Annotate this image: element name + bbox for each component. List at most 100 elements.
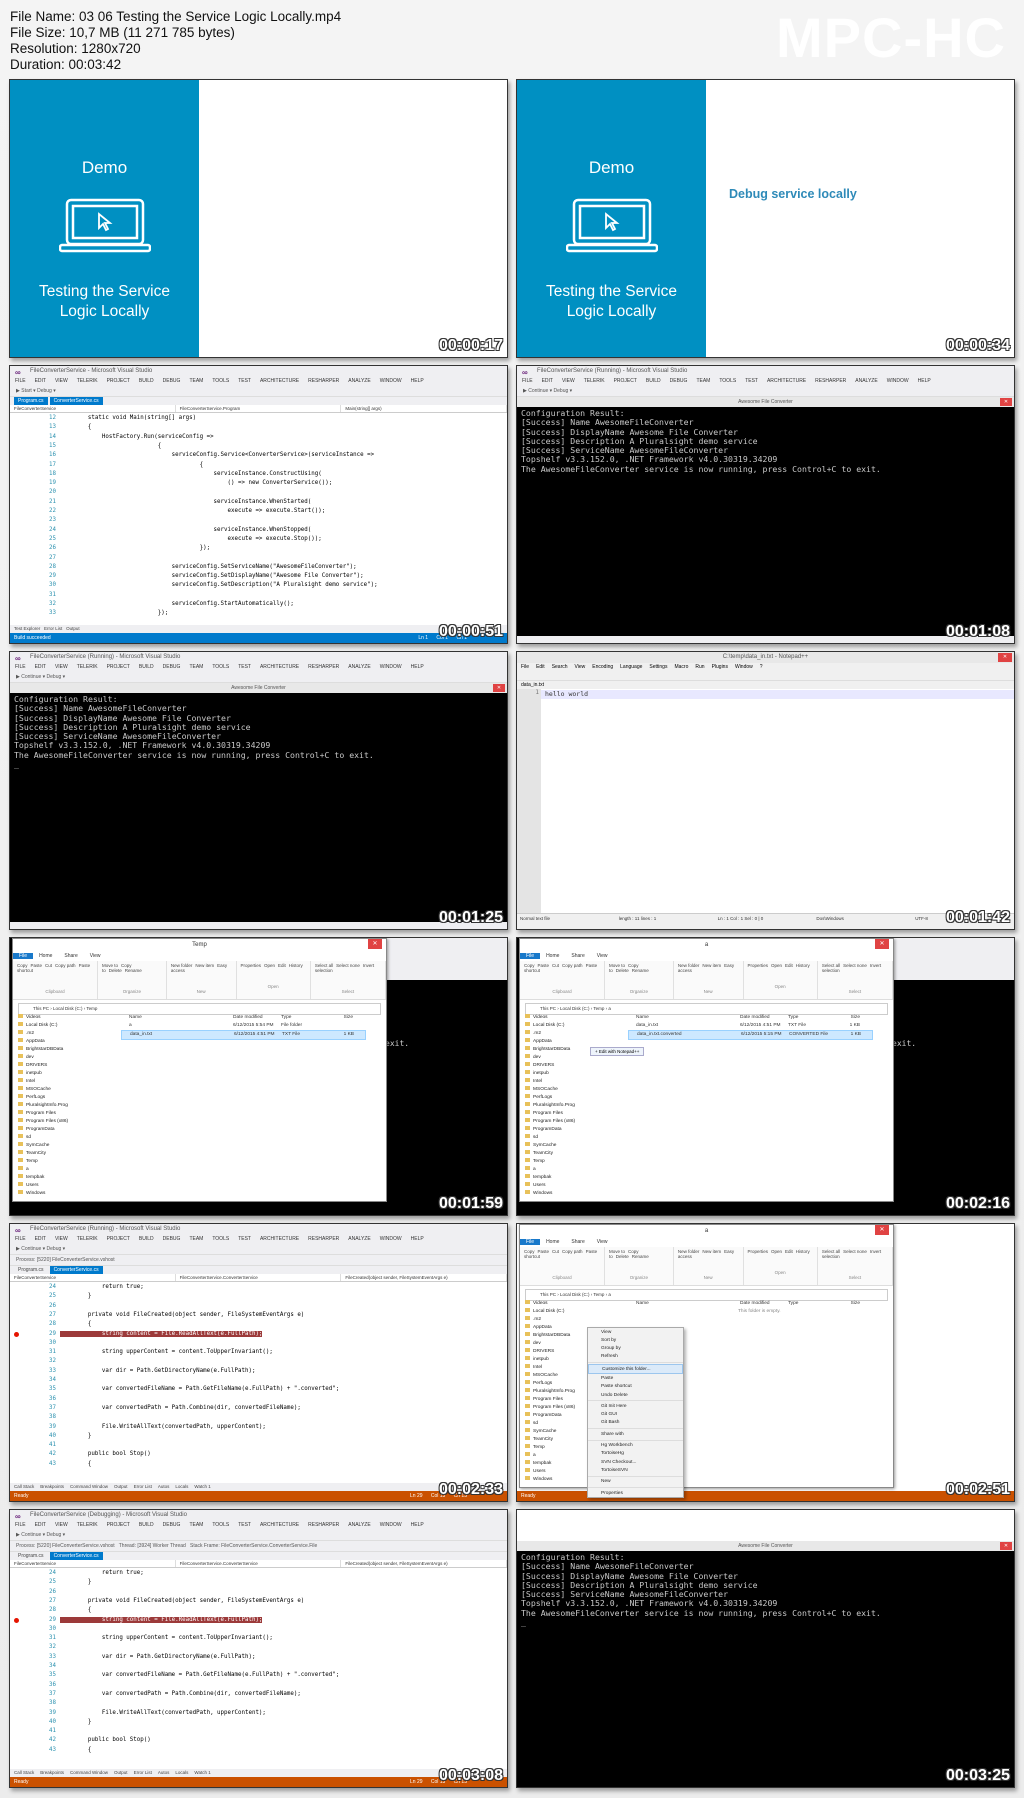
nav-class[interactable]: FileConverterService.ConverterService [176, 1560, 342, 1567]
ribbon-button[interactable]: Edit [278, 963, 286, 968]
menu-item[interactable]: Window [735, 664, 753, 670]
code-line[interactable]: private void FileCreated(object sender, … [60, 1312, 304, 1318]
vs-menu-bar[interactable]: FILE EDIT VIEW TELERIK PROJECT BUILD DEBUG TEAM… [10, 1521, 507, 1530]
menu-item[interactable]: Plugins [712, 664, 728, 670]
ribbon-button[interactable]: Copy path [55, 963, 76, 968]
vs-tabs[interactable]: Program.cs ConverterService.cs [10, 1266, 507, 1274]
ribbon-button[interactable]: New item [702, 963, 721, 968]
ribbon-tab[interactable]: View [84, 953, 107, 959]
ribbon-button[interactable]: Delete [616, 1254, 629, 1259]
tree-item[interactable]: Program Files (x86) [525, 1118, 621, 1126]
tab-output[interactable]: Output [66, 626, 80, 631]
menu-item[interactable]: PROJECT [614, 378, 637, 384]
tree-item[interactable]: inetpub [18, 1070, 114, 1078]
menu-item[interactable]: FILE [522, 378, 533, 384]
menu-item[interactable]: Settings [649, 664, 667, 670]
menu-item[interactable]: EDIT [542, 378, 553, 384]
code-line[interactable]: } [60, 1433, 92, 1439]
code-line[interactable]: serviceInstance.WhenStarted( [60, 499, 312, 505]
ribbon-button[interactable]: Select none [843, 963, 867, 968]
menu-item[interactable]: PROJECT [107, 664, 130, 670]
ribbon-button[interactable]: Copy path [562, 963, 583, 968]
continue-button[interactable]: ▶ Continue ▾ Debug ▾ [16, 674, 65, 680]
explorer-ribbon[interactable]: Copy Paste Cut Copy path Paste shortcut Clipb… [13, 961, 386, 1000]
code-line[interactable]: serviceConfig.SetServiceName("AwesomeFil… [60, 564, 357, 570]
ribbon-tab[interactable]: View [591, 1239, 614, 1245]
menu-item[interactable]: Run [695, 664, 704, 670]
debug-tab[interactable]: Autos [158, 1484, 170, 1489]
context-menu-item[interactable]: Git Bash [588, 1419, 683, 1427]
ribbon-button[interactable]: Copy path [562, 1249, 583, 1254]
menu-item[interactable]: ANALYZE [348, 1522, 370, 1528]
code-line[interactable]: File.WriteAllText(convertedPath, upperCo… [60, 1424, 266, 1430]
vs-tabs[interactable]: Program.cs ConverterService.cs [10, 1552, 507, 1560]
code-line[interactable]: string upperContent = content.ToUpperInv… [60, 1349, 273, 1355]
ribbon-tab[interactable]: Share [565, 953, 590, 959]
code-line[interactable]: var dir = Path.GetDirectoryName(e.FullPa… [60, 1654, 256, 1660]
ribbon-button[interactable]: Cut [552, 963, 559, 968]
menu-item[interactable]: Language [620, 664, 642, 670]
code-line[interactable]: return true; [60, 1284, 144, 1290]
menu-item[interactable]: TEST [238, 378, 251, 384]
context-menu-item[interactable]: Refresh [588, 1353, 683, 1361]
code-line[interactable]: string content = File.ReadAllText(e.Full… [60, 1330, 263, 1337]
menu-item[interactable]: TELERIK [77, 664, 98, 670]
code-line[interactable]: } [60, 1719, 92, 1725]
thumbnail-8[interactable]: exit. a ✕ File Home Share View Copy Paste Cut C… [516, 937, 1015, 1216]
nav-class[interactable]: FileConverterService.ConverterService [176, 1274, 342, 1281]
tree-item[interactable]: AppData [18, 1038, 114, 1046]
notepad-menu-bar[interactable]: File Edit Search View Encoding Language Settin… [517, 663, 1014, 671]
code-line[interactable]: public bool Stop() [60, 1451, 151, 1457]
menu-item[interactable]: WINDOW [380, 378, 402, 384]
debug-tab[interactable]: Autos [158, 1770, 170, 1775]
menu-item[interactable]: TELERIK [77, 1236, 98, 1242]
ribbon-button[interactable]: Rename [632, 968, 649, 973]
menu-item[interactable]: TEAM [189, 378, 203, 384]
code-line[interactable]: serviceConfig.SetDescription("A Pluralsi… [60, 582, 378, 588]
context-menu-item[interactable]: Undo Delete [588, 1391, 683, 1399]
tree-item[interactable]: Local Disk (C:) [525, 1308, 621, 1316]
menu-item[interactable]: EDIT [35, 1522, 46, 1528]
menu-item[interactable]: Edit [536, 664, 545, 670]
ribbon-tab[interactable]: File [520, 953, 541, 959]
menu-item[interactable]: File [521, 664, 529, 670]
debug-tab[interactable]: Call Stack [14, 1770, 34, 1775]
menu-item[interactable]: TELERIK [77, 378, 98, 384]
menu-item[interactable]: TOOLS [212, 1236, 229, 1242]
close-icon[interactable]: ✕ [998, 653, 1012, 662]
file-row[interactable]: data_in.txt.converted 6/12/2015 5:15 PM CO… [628, 1030, 873, 1040]
menu-item[interactable]: HELP [918, 378, 931, 384]
menu-item[interactable]: PROJECT [107, 1522, 130, 1528]
file-row[interactable]: a 6/12/2015 5:54 PM File folder [121, 1022, 366, 1030]
code-line[interactable]: File.WriteAllText(convertedPath, upperCo… [60, 1710, 266, 1716]
menu-item[interactable]: FILE [15, 1522, 26, 1528]
nav-member[interactable]: FileCreated(object sender, FileSystemEve… [341, 1274, 507, 1281]
menu-item[interactable]: EDIT [35, 378, 46, 384]
code-line[interactable]: var dir = Path.GetDirectoryName(e.FullPa… [60, 1368, 256, 1374]
file-list[interactable]: Name Date modified Type Size data_in.txt 6/12… [628, 1014, 873, 1040]
code-line[interactable]: var convertedFileName = Path.GetFileName… [60, 1386, 339, 1392]
tree-item[interactable]: BrightstarDBData [18, 1046, 114, 1054]
debug-tab[interactable]: Error List [134, 1770, 152, 1775]
tab-converterservice[interactable]: ConverterService.cs [49, 1266, 103, 1274]
debug-tab[interactable]: Breakpoints [40, 1770, 64, 1775]
menu-item[interactable]: HELP [411, 378, 424, 384]
process-select[interactable]: Process: [5220] FileConverterService.vsh… [16, 1257, 115, 1263]
code-line[interactable]: }); [60, 610, 168, 616]
menu-item[interactable]: HELP [411, 1236, 424, 1242]
tree-item[interactable]: Users [525, 1182, 621, 1190]
menu-item[interactable]: TEST [238, 1236, 251, 1242]
ribbon-button[interactable]: History [796, 1249, 810, 1254]
tab-converterservice[interactable]: ConverterService.cs [49, 1552, 103, 1560]
tree-item[interactable]: Program Files (x86) [18, 1118, 114, 1126]
tree-item[interactable]: MSOCache [18, 1086, 114, 1094]
ribbon-button[interactable]: Edit [785, 1249, 793, 1254]
tree-item[interactable]: Videos [525, 1014, 621, 1022]
menu-item[interactable]: FILE [15, 1236, 26, 1242]
tree-item[interactable]: TeamCity [18, 1150, 114, 1158]
debug-tab[interactable]: Output [114, 1770, 128, 1775]
vs-bottom-tabs[interactable]: Call Stack Breakpoints Command Window Outpu… [10, 1483, 507, 1491]
menu-item[interactable]: TELERIK [77, 1522, 98, 1528]
nav-member[interactable]: Main(string[] args) [341, 405, 507, 412]
tab-program[interactable]: Program.cs [14, 1552, 48, 1560]
